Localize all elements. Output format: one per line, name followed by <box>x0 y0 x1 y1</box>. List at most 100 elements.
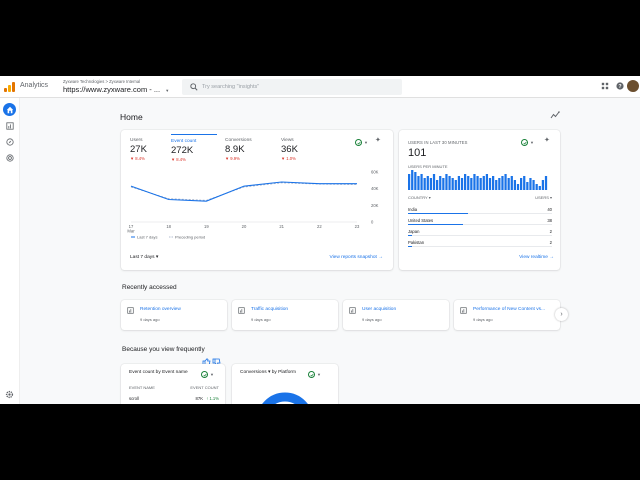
minute-bar <box>476 176 479 190</box>
realtime-user-count: 101 <box>408 147 427 159</box>
recent-card-traffic-acquisition[interactable]: Traffic acquisition 9 days ago <box>232 300 338 330</box>
report-icon <box>127 307 134 314</box>
minute-bar <box>429 178 433 190</box>
realtime-title: USERS IN LAST 30 MINUTES <box>408 140 468 145</box>
avatar[interactable] <box>627 80 639 92</box>
account-breadcrumb[interactable]: Zyxware Technologies > Zyxware Internal <box>63 79 140 84</box>
minute-bar <box>535 184 538 190</box>
recent-report-name: Performance of New Content vs... <box>473 307 545 312</box>
metric-tab-views[interactable]: Views 36K ▼ 1.0% <box>281 134 327 164</box>
users-column-header[interactable]: USERS ▾ <box>535 195 552 200</box>
table-row[interactable]: Japan 2 <box>408 229 552 240</box>
comparison-status-button[interactable]: ▼ <box>355 138 368 147</box>
minute-bar <box>442 178 445 190</box>
x-tick-label: 18 <box>166 224 171 229</box>
check-circle-icon <box>355 139 362 146</box>
sparkle-icon[interactable]: ✦ <box>375 136 381 144</box>
reports-nav-button[interactable] <box>3 119 16 132</box>
recent-report-time: 9 days ago <box>140 317 160 322</box>
users-per-minute-label: USERS PER MINUTE <box>408 164 448 169</box>
recent-report-time: 9 days ago <box>362 317 382 322</box>
minute-bar <box>504 174 507 190</box>
y-tick-label: 60K <box>371 170 379 175</box>
minute-bar <box>501 176 504 190</box>
row-bar <box>408 235 413 237</box>
property-selector[interactable]: https://www.zyxware.com - ... ▼ <box>63 85 169 94</box>
metric-change: ▼ 1.0% <box>281 156 296 161</box>
recent-report-time: 9 days ago <box>251 317 271 322</box>
gear-icon[interactable] <box>5 390 14 399</box>
minute-bar <box>507 178 510 190</box>
event-count: 87K <box>195 396 203 401</box>
card-title: Event count by Event name <box>129 370 188 375</box>
minute-bar <box>485 174 489 190</box>
report-icon <box>349 307 356 314</box>
check-circle-icon <box>201 371 208 378</box>
date-range-selector[interactable]: Last 7 days ▾ <box>130 255 158 260</box>
metric-label: Conversions <box>225 138 252 143</box>
x-tick-label: 21 <box>279 224 284 229</box>
recently-accessed-heading: Recently accessed <box>122 284 177 291</box>
recent-card-retention-overview[interactable]: Retention overview 9 days ago <box>121 300 227 330</box>
chevron-down-icon: ▼ <box>165 88 170 93</box>
table-row[interactable]: Pakistan 2 <box>408 240 552 251</box>
y-tick-label: 20K <box>371 203 379 208</box>
apps-grid-icon[interactable] <box>599 81 610 92</box>
help-icon[interactable]: ? <box>614 81 625 92</box>
metric-change: ▼ 9.9% <box>225 156 240 161</box>
search-bar[interactable] <box>182 79 402 95</box>
app-name: Analytics <box>20 82 49 89</box>
chevron-right-icon[interactable]: › <box>555 308 568 321</box>
event-count-column-header: EVENT COUNT <box>190 385 219 390</box>
minute-bar <box>516 184 520 190</box>
recent-report-time: 9 days ago <box>473 317 493 322</box>
metric-tab-users[interactable]: Users 27K ▼ 8.4% <box>130 134 176 164</box>
realtime-table-header: COUNTRY ▾ USERS ▾ <box>408 195 552 203</box>
analytics-screen: Analytics Zyxware Technologies > Zyxware… <box>0 76 640 404</box>
country-users: 2 <box>549 229 552 234</box>
metric-tab-conversions[interactable]: Conversions 8.9K ▼ 9.9% <box>225 134 271 164</box>
search-input[interactable] <box>202 82 392 92</box>
event-name: scroll <box>129 396 139 401</box>
recent-card-user-acquisition[interactable]: User acquisition 9 days ago <box>343 300 449 330</box>
explore-icon <box>5 137 14 146</box>
x-tick-label: 23 <box>355 224 360 229</box>
metric-value: 272K <box>171 145 194 156</box>
recent-card-performance-new-content[interactable]: Performance of New Content vs... 9 days … <box>454 300 560 330</box>
metric-tab-event-count[interactable]: Event count 272K ▼ 8.4% <box>171 134 217 164</box>
explore-nav-button[interactable] <box>3 135 16 148</box>
card-status-button[interactable]: ▼ <box>201 370 214 379</box>
minute-bar <box>414 172 417 190</box>
minute-bar <box>457 176 461 190</box>
minute-bar <box>510 176 513 190</box>
row-bar <box>408 246 413 248</box>
metric-change: ▼ 8.4% <box>130 156 145 161</box>
table-row[interactable]: India 40 <box>408 207 552 218</box>
minute-bar <box>436 180 439 190</box>
insights-icon[interactable] <box>550 110 560 120</box>
card-table-header: EVENT NAME EVENT COUNT <box>129 385 219 390</box>
check-circle-icon <box>521 139 528 146</box>
minute-bar <box>529 178 532 190</box>
country-column-header[interactable]: COUNTRY ▾ <box>408 195 431 200</box>
home-icon <box>6 106 13 113</box>
minute-bar <box>470 178 473 190</box>
realtime-status-button[interactable]: ▼ <box>521 138 534 147</box>
x-tick-sublabel: Mar <box>127 229 135 234</box>
home-nav-button[interactable] <box>3 103 16 116</box>
minute-bar <box>445 174 448 190</box>
x-tick-label: 20 <box>242 224 247 229</box>
minute-bar <box>417 176 420 190</box>
view-realtime-link[interactable]: View realtime → <box>519 255 554 260</box>
row-bar <box>408 224 463 226</box>
minute-bar <box>532 180 535 190</box>
view-reports-snapshot-link[interactable]: View reports snapshot → <box>329 255 383 260</box>
advertising-nav-button[interactable] <box>3 151 16 164</box>
minute-bar <box>439 176 442 190</box>
left-navigation-rail <box>0 98 20 404</box>
sparkle-icon[interactable]: ✦ <box>544 136 550 144</box>
analytics-logo[interactable] <box>4 82 16 92</box>
table-row[interactable]: United States 38 <box>408 218 552 229</box>
table-row[interactable]: scroll 87K ↑ 1.1% <box>129 396 219 401</box>
country-name: Pakistan <box>408 240 425 245</box>
